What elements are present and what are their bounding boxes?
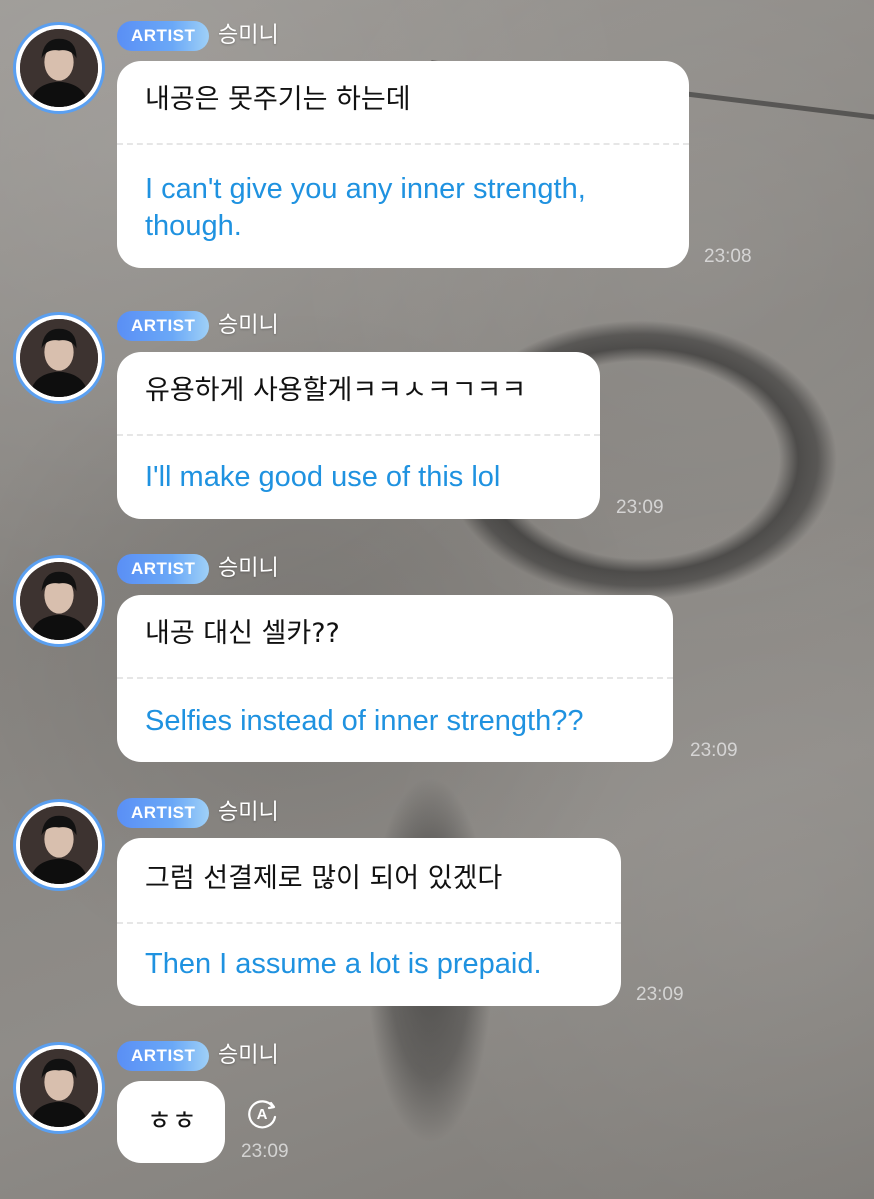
profile-photo-icon [20,806,98,884]
avatar[interactable] [13,1042,105,1134]
divider [117,434,600,436]
profile-photo-icon [20,319,98,397]
avatar[interactable] [13,22,105,114]
username[interactable]: 승미니 [218,554,279,584]
timestamp: 23:08 [704,246,752,267]
avatar[interactable] [13,555,105,647]
message-bubble[interactable]: 유용하게 사용할게ㅋㅋㅅㅋㄱㅋㅋ I'll make good use of t… [117,352,600,519]
translate-icon[interactable]: A [245,1097,279,1131]
username[interactable]: 승미니 [218,21,279,51]
avatar[interactable] [13,312,105,404]
divider [117,143,689,145]
message-bubble[interactable]: 내공은 못주기는 하는데 I can't give you any inner … [117,61,689,268]
artist-badge: ARTIST [117,1041,210,1071]
username[interactable]: 승미니 [218,798,279,828]
timestamp: 23:09 [241,1141,289,1162]
timestamp: 23:09 [616,497,664,518]
divider [117,677,673,679]
profile-photo-icon [20,562,98,640]
translated-text: Then I assume a lot is prepaid. [145,948,542,980]
artist-badge: ARTIST [117,798,210,828]
translated-text: I'll make good use of this lol [145,461,501,493]
original-text: 유용하게 사용할게ㅋㅋㅅㅋㄱㅋㅋ [145,375,527,406]
translate-icon-letter: A [257,1106,268,1123]
message-bubble[interactable]: ㅎㅎ [117,1081,225,1163]
divider [117,922,621,924]
username[interactable]: 승미니 [218,311,279,341]
message-bubble[interactable]: 내공 대신 셀카?? Selfies instead of inner stre… [117,595,673,762]
timestamp: 23:09 [690,740,738,761]
avatar[interactable] [13,799,105,891]
message-bubble[interactable]: 그럼 선결제로 많이 되어 있겠다 Then I assume a lot is… [117,838,621,1006]
original-text: 그럼 선결제로 많이 되어 있겠다 [145,863,503,894]
translated-text: I can't give you any inner strength, tho… [145,173,586,242]
artist-badge: ARTIST [117,554,210,584]
original-text: 내공 대신 셀카?? [145,618,340,649]
username[interactable]: 승미니 [218,1041,279,1071]
artist-badge: ARTIST [117,311,210,341]
profile-photo-icon [20,1049,98,1127]
original-text: 내공은 못주기는 하는데 [145,84,411,115]
artist-badge: ARTIST [117,21,210,51]
timestamp: 23:09 [636,984,684,1005]
translated-text: Selfies instead of inner strength?? [145,705,584,737]
chat-screen: ARTIST 승미니 내공은 못주기는 하는데 I can't give you… [0,0,874,1199]
original-text: ㅎㅎ [147,1106,197,1137]
profile-photo-icon [20,29,98,107]
